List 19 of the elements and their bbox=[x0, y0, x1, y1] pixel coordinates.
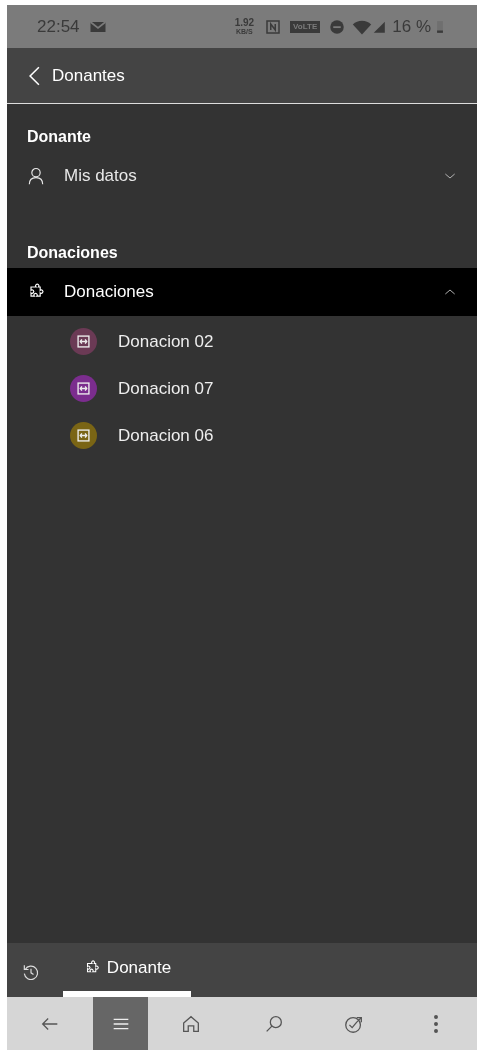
person-icon bbox=[26, 166, 46, 186]
section-heading: Donante bbox=[26, 127, 92, 147]
volte-badge: VoLTE bbox=[290, 20, 321, 33]
section-heading: Donaciones bbox=[26, 243, 119, 263]
more-icon bbox=[433, 1014, 438, 1033]
back-button[interactable] bbox=[29, 65, 40, 86]
nav-item[interactable]: Donaciones bbox=[7, 268, 477, 316]
sub-item[interactable]: Donacion 06 bbox=[7, 412, 477, 459]
battery-text: 16 % bbox=[392, 15, 431, 38]
clock-text: 22:54 bbox=[37, 15, 80, 38]
network-speed-text: 1.92 bbox=[234, 18, 255, 28]
sub-item[interactable]: Donacion 02 bbox=[7, 318, 477, 365]
nfc-icon bbox=[264, 17, 283, 36]
history-icon[interactable] bbox=[21, 962, 41, 982]
do-not-disturb-icon bbox=[328, 17, 347, 36]
page-title: Donantes bbox=[52, 64, 125, 87]
nav-button[interactable] bbox=[93, 997, 148, 1050]
sub-item[interactable]: Donacion 07 bbox=[7, 365, 477, 412]
back-icon bbox=[29, 65, 40, 86]
